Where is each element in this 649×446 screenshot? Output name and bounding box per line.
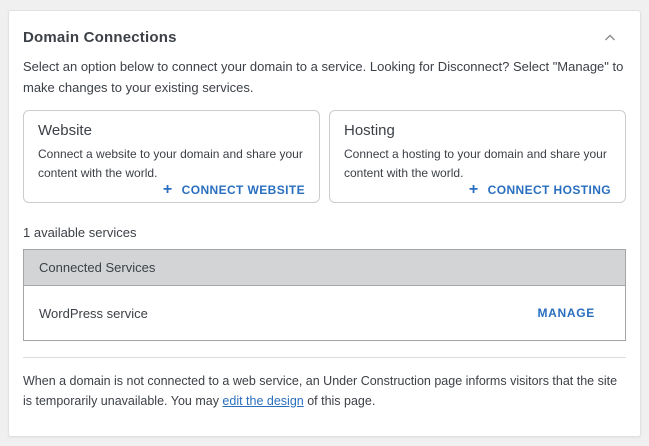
website-card-description: Connect a website to your domain and sha… bbox=[38, 145, 305, 183]
connected-services-table: Connected Services WordPress service MAN… bbox=[23, 249, 626, 341]
panel-header: Domain Connections bbox=[23, 29, 626, 46]
service-name: WordPress service bbox=[39, 306, 148, 321]
hosting-card-description: Connect a hosting to your domain and sha… bbox=[344, 145, 611, 183]
available-services-count: 1 available services bbox=[23, 225, 626, 240]
table-row: WordPress service MANAGE bbox=[24, 286, 625, 340]
table-header: Connected Services bbox=[24, 250, 625, 286]
connection-options: Website Connect a website to your domain… bbox=[23, 110, 626, 203]
connect-website-label: CONNECT WEBSITE bbox=[182, 183, 305, 197]
note-text-after: of this page. bbox=[304, 394, 376, 408]
domain-connections-panel: Domain Connections Select an option belo… bbox=[8, 10, 641, 437]
hosting-card-title: Hosting bbox=[344, 122, 611, 139]
under-construction-note: When a domain is not connected to a web … bbox=[23, 371, 626, 411]
connect-website-button[interactable]: + CONNECT WEBSITE bbox=[163, 183, 305, 197]
connect-hosting-button[interactable]: + CONNECT HOSTING bbox=[469, 183, 611, 197]
chevron-up-icon bbox=[604, 34, 616, 42]
edit-design-link[interactable]: edit the design bbox=[222, 394, 303, 408]
panel-description: Select an option below to connect your d… bbox=[23, 56, 626, 98]
plus-icon: + bbox=[469, 184, 479, 196]
panel-title: Domain Connections bbox=[23, 29, 177, 46]
website-card: Website Connect a website to your domain… bbox=[23, 110, 320, 203]
website-card-title: Website bbox=[38, 122, 305, 139]
plus-icon: + bbox=[163, 184, 173, 196]
manage-button[interactable]: MANAGE bbox=[537, 306, 595, 320]
hosting-card: Hosting Connect a hosting to your domain… bbox=[329, 110, 626, 203]
collapse-button[interactable] bbox=[600, 32, 620, 44]
connect-hosting-label: CONNECT HOSTING bbox=[488, 183, 611, 197]
divider bbox=[23, 357, 626, 358]
